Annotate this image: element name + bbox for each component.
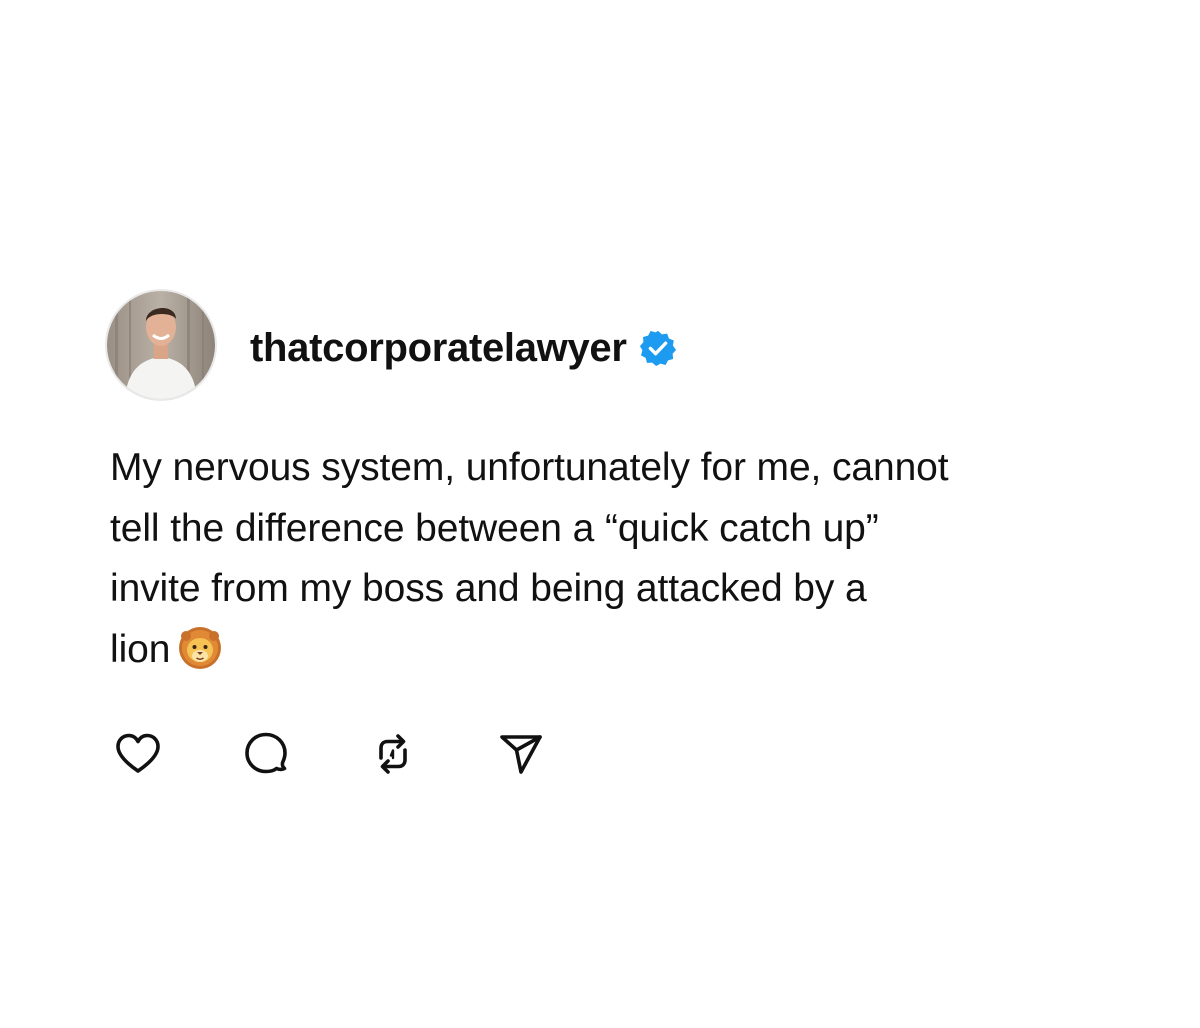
comment-button[interactable] [240,728,292,780]
post-card: thatcorporatelawyer My nervous system, u… [0,0,1200,1028]
post-header: thatcorporatelawyer [250,322,677,374]
post-text-line: tell the difference between a “quick cat… [110,506,879,550]
repost-button[interactable] [367,728,419,780]
lion-face-emoji [178,626,222,670]
avatar[interactable] [107,291,215,399]
like-button[interactable] [112,728,164,780]
send-icon [500,735,542,774]
verified-badge-icon [639,329,677,367]
heart-icon [116,733,160,773]
profile-photo [107,291,215,399]
username[interactable]: thatcorporatelawyer [250,322,627,374]
post-text-line: My nervous system, unfortunately for me,… [110,446,949,489]
post-text-last-line: lion [110,620,1110,681]
post-text-line: invite from my boss and being attacked b… [110,567,867,610]
share-button[interactable] [495,728,547,780]
post-text-line: lion [110,627,171,671]
repost-icon [379,734,407,774]
comment-bubble-icon [245,732,287,774]
post-text: My nervous system, unfortunately for me,… [110,438,1110,680]
